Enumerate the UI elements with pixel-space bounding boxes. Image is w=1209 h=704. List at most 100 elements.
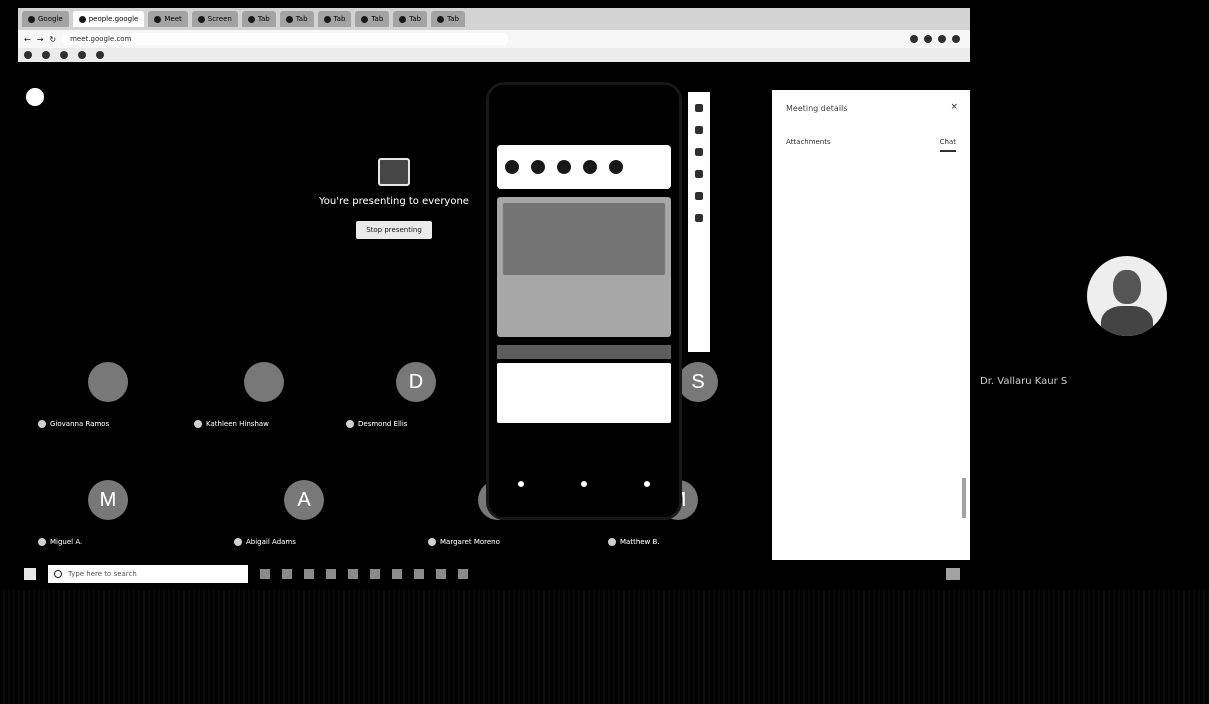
- screenshot-icon[interactable]: [695, 192, 703, 200]
- stop-presenting-button[interactable]: Stop presenting: [356, 221, 432, 239]
- participant-tile[interactable]: M Miguel A.: [38, 480, 168, 546]
- bookmark-icon[interactable]: [42, 51, 50, 59]
- mail-icon[interactable]: [348, 569, 358, 579]
- edge-icon[interactable]: [282, 569, 292, 579]
- screen-capture: Google people.google Meet Screen Tab Tab…: [18, 8, 970, 588]
- phone-section-bar: [497, 345, 671, 359]
- store-icon[interactable]: [326, 569, 336, 579]
- favicon-icon: [154, 15, 162, 23]
- recents-nav-icon[interactable]: [644, 481, 651, 487]
- task-view-icon[interactable]: [260, 569, 270, 579]
- phone-quick-settings: [497, 145, 671, 189]
- mic-icon: [428, 538, 436, 546]
- browser-tab[interactable]: Tab: [241, 11, 276, 27]
- extension-icons: [910, 35, 970, 43]
- taskbar-search-input[interactable]: Type here to search: [48, 565, 248, 583]
- close-icon[interactable]: ×: [950, 102, 958, 112]
- power-icon[interactable]: [695, 104, 703, 112]
- self-avatar: [1087, 256, 1167, 336]
- participant-tile[interactable]: Kathleen Hinshaw: [194, 362, 324, 428]
- app-icon[interactable]: [414, 569, 424, 579]
- phone-card[interactable]: [497, 363, 671, 423]
- browser-tab[interactable]: Screen: [191, 11, 238, 27]
- browser-tab-bar: Google people.google Meet Screen Tab Tab…: [18, 8, 970, 30]
- rotate-icon[interactable]: [583, 160, 597, 174]
- volume-up-icon[interactable]: [695, 126, 703, 134]
- bluetooth-icon[interactable]: [531, 160, 545, 174]
- url-field[interactable]: meet.google.com: [62, 33, 509, 45]
- back-icon[interactable]: ←: [24, 35, 31, 44]
- reload-icon[interactable]: ↻: [49, 35, 56, 44]
- bookmark-icon[interactable]: [78, 51, 86, 59]
- participant-name-row: Matthew B.: [608, 538, 660, 546]
- extension-icon[interactable]: [910, 35, 918, 43]
- meeting-details-panel: Meeting details × Attachments Chat: [772, 90, 970, 560]
- app-icon[interactable]: [392, 569, 402, 579]
- bookmarks-bar: [18, 48, 970, 62]
- favicon-icon: [78, 15, 86, 23]
- rotate-icon[interactable]: [695, 170, 703, 178]
- mic-icon: [38, 420, 46, 428]
- panel-tabs: Attachments Chat: [786, 138, 956, 152]
- presenting-message: You're presenting to everyone: [319, 196, 469, 207]
- back-nav-icon[interactable]: [517, 481, 524, 487]
- participant-name-row: Abigail Adams: [234, 538, 296, 546]
- avatar-body: [1101, 306, 1153, 336]
- browser-tab[interactable]: Tab: [355, 11, 390, 27]
- meet-stage: You're presenting to everyone Stop prese…: [18, 62, 772, 560]
- participant-tile[interactable]: D Desmond Ellis: [346, 362, 476, 428]
- mic-icon: [608, 538, 616, 546]
- participant-tile[interactable]: A Abigail Adams: [234, 480, 364, 546]
- participant-name-row: Kathleen Hinshaw: [194, 420, 269, 428]
- panel-title: Meeting details: [786, 104, 848, 113]
- bookmark-icon[interactable]: [96, 51, 104, 59]
- mic-icon: [38, 538, 46, 546]
- more-icon[interactable]: [695, 214, 703, 222]
- browser-tab[interactable]: Meet: [148, 11, 188, 27]
- browser-tab[interactable]: Tab: [393, 11, 428, 27]
- participant-avatar: A: [284, 480, 324, 520]
- participant-name-row: Margaret Moreno: [428, 538, 500, 546]
- participant-avatar: D: [396, 362, 436, 402]
- browser-tab[interactable]: people.google: [72, 11, 145, 27]
- start-icon[interactable]: [24, 568, 36, 580]
- present-screen-icon: [378, 158, 410, 186]
- pin-icon[interactable]: [26, 88, 44, 106]
- browser-tab[interactable]: Tab: [279, 11, 314, 27]
- participant-avatar: [88, 362, 128, 402]
- app-icon[interactable]: [436, 569, 446, 579]
- file-explorer-icon[interactable]: [304, 569, 314, 579]
- flashlight-icon[interactable]: [557, 160, 571, 174]
- forward-icon[interactable]: →: [37, 35, 44, 44]
- browser-tab[interactable]: Google: [22, 11, 69, 27]
- home-nav-icon[interactable]: [580, 481, 587, 487]
- favicon-icon: [361, 15, 369, 23]
- phone-mirror-toolbar: [688, 92, 710, 352]
- notification-tray-icon[interactable]: [946, 568, 960, 580]
- participant-name-row: Desmond Ellis: [346, 420, 407, 428]
- extension-icon[interactable]: [924, 35, 932, 43]
- browser-tab[interactable]: Tab: [317, 11, 352, 27]
- wifi-icon[interactable]: [505, 160, 519, 174]
- extension-icon[interactable]: [938, 35, 946, 43]
- favicon-icon: [399, 15, 407, 23]
- participant-tile[interactable]: Giovanna Ramos: [38, 362, 168, 428]
- phone-notification[interactable]: [497, 197, 671, 337]
- app-icon[interactable]: [458, 569, 468, 579]
- browser-tab[interactable]: Tab: [431, 11, 465, 27]
- settings-icon[interactable]: [609, 160, 623, 174]
- phone-status-area: [489, 85, 679, 145]
- bottom-noise: [0, 590, 1209, 704]
- tab-chat[interactable]: Chat: [939, 138, 956, 152]
- windows-taskbar: Type here to search: [18, 560, 970, 588]
- profile-icon[interactable]: [952, 35, 960, 43]
- participant-avatar: M: [88, 480, 128, 520]
- bookmark-icon[interactable]: [24, 51, 32, 59]
- bookmark-icon[interactable]: [60, 51, 68, 59]
- participant-name-row: Giovanna Ramos: [38, 420, 109, 428]
- chrome-icon[interactable]: [370, 569, 380, 579]
- volume-down-icon[interactable]: [695, 148, 703, 156]
- tab-attachments[interactable]: Attachments: [786, 138, 831, 152]
- address-bar: ← → ↻ meet.google.com: [18, 30, 970, 48]
- panel-scrollbar[interactable]: [962, 478, 966, 518]
